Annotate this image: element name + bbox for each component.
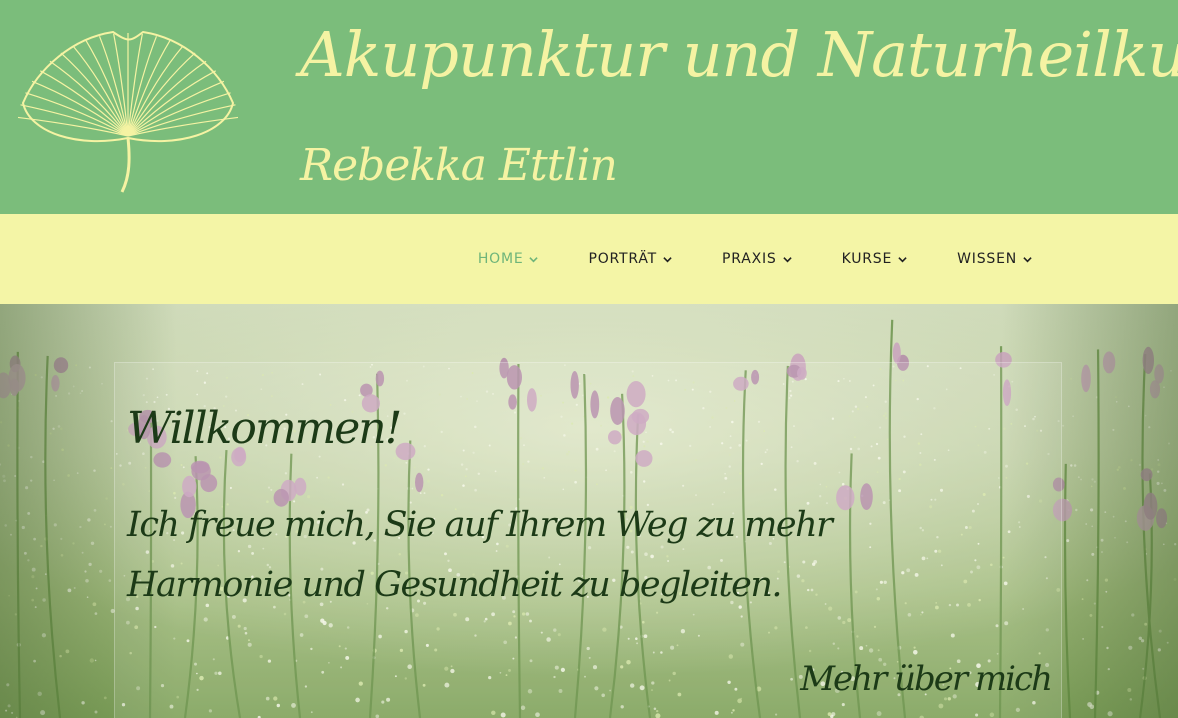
nav-item-praxis[interactable]: PRAXIS [722, 251, 792, 267]
more-about-me-link[interactable]: Mehr über mich [800, 659, 1053, 699]
chevron-down-icon [1023, 256, 1032, 262]
nav-item-label: WISSEN [957, 251, 1017, 267]
welcome-title: Willkommen! [127, 403, 402, 454]
chevron-down-icon [782, 256, 792, 262]
nav-item-home[interactable]: HOME [478, 251, 539, 267]
chevron-down-icon [529, 256, 539, 262]
nav-list: HOME PORTRÄT PRAXIS KURSE WISSEN [428, 214, 1032, 304]
main-navigation: HOME PORTRÄT PRAXIS KURSE WISSEN [0, 214, 1178, 304]
site-header: Akupunktur und Naturheilkunde Rebekka Et… [0, 0, 1178, 214]
nav-item-portraet[interactable]: PORTRÄT [588, 251, 672, 267]
site-title[interactable]: Akupunktur und Naturheilkunde [300, 18, 1178, 91]
nav-item-label: PORTRÄT [588, 251, 658, 267]
ginkgo-leaf-icon[interactable] [18, 28, 238, 194]
site-subtitle: Rebekka Ettlin [300, 140, 618, 191]
nav-item-label: KURSE [841, 251, 893, 267]
welcome-text: Ich freue mich, Sie auf Ihrem Weg zu meh… [127, 505, 833, 605]
chevron-down-icon [663, 256, 672, 262]
chevron-down-icon [898, 256, 907, 262]
welcome-box: Willkommen! Ich freue mich, Sie auf Ihre… [114, 362, 1062, 718]
nav-item-label: PRAXIS [722, 251, 777, 267]
page: Akupunktur und Naturheilkunde Rebekka Et… [0, 0, 1178, 718]
nav-item-wissen[interactable]: WISSEN [957, 251, 1032, 267]
nav-item-kurse[interactable]: KURSE [842, 251, 908, 267]
hero-section: Willkommen! Ich freue mich, Sie auf Ihre… [0, 304, 1178, 718]
nav-item-label: HOME [477, 251, 524, 267]
